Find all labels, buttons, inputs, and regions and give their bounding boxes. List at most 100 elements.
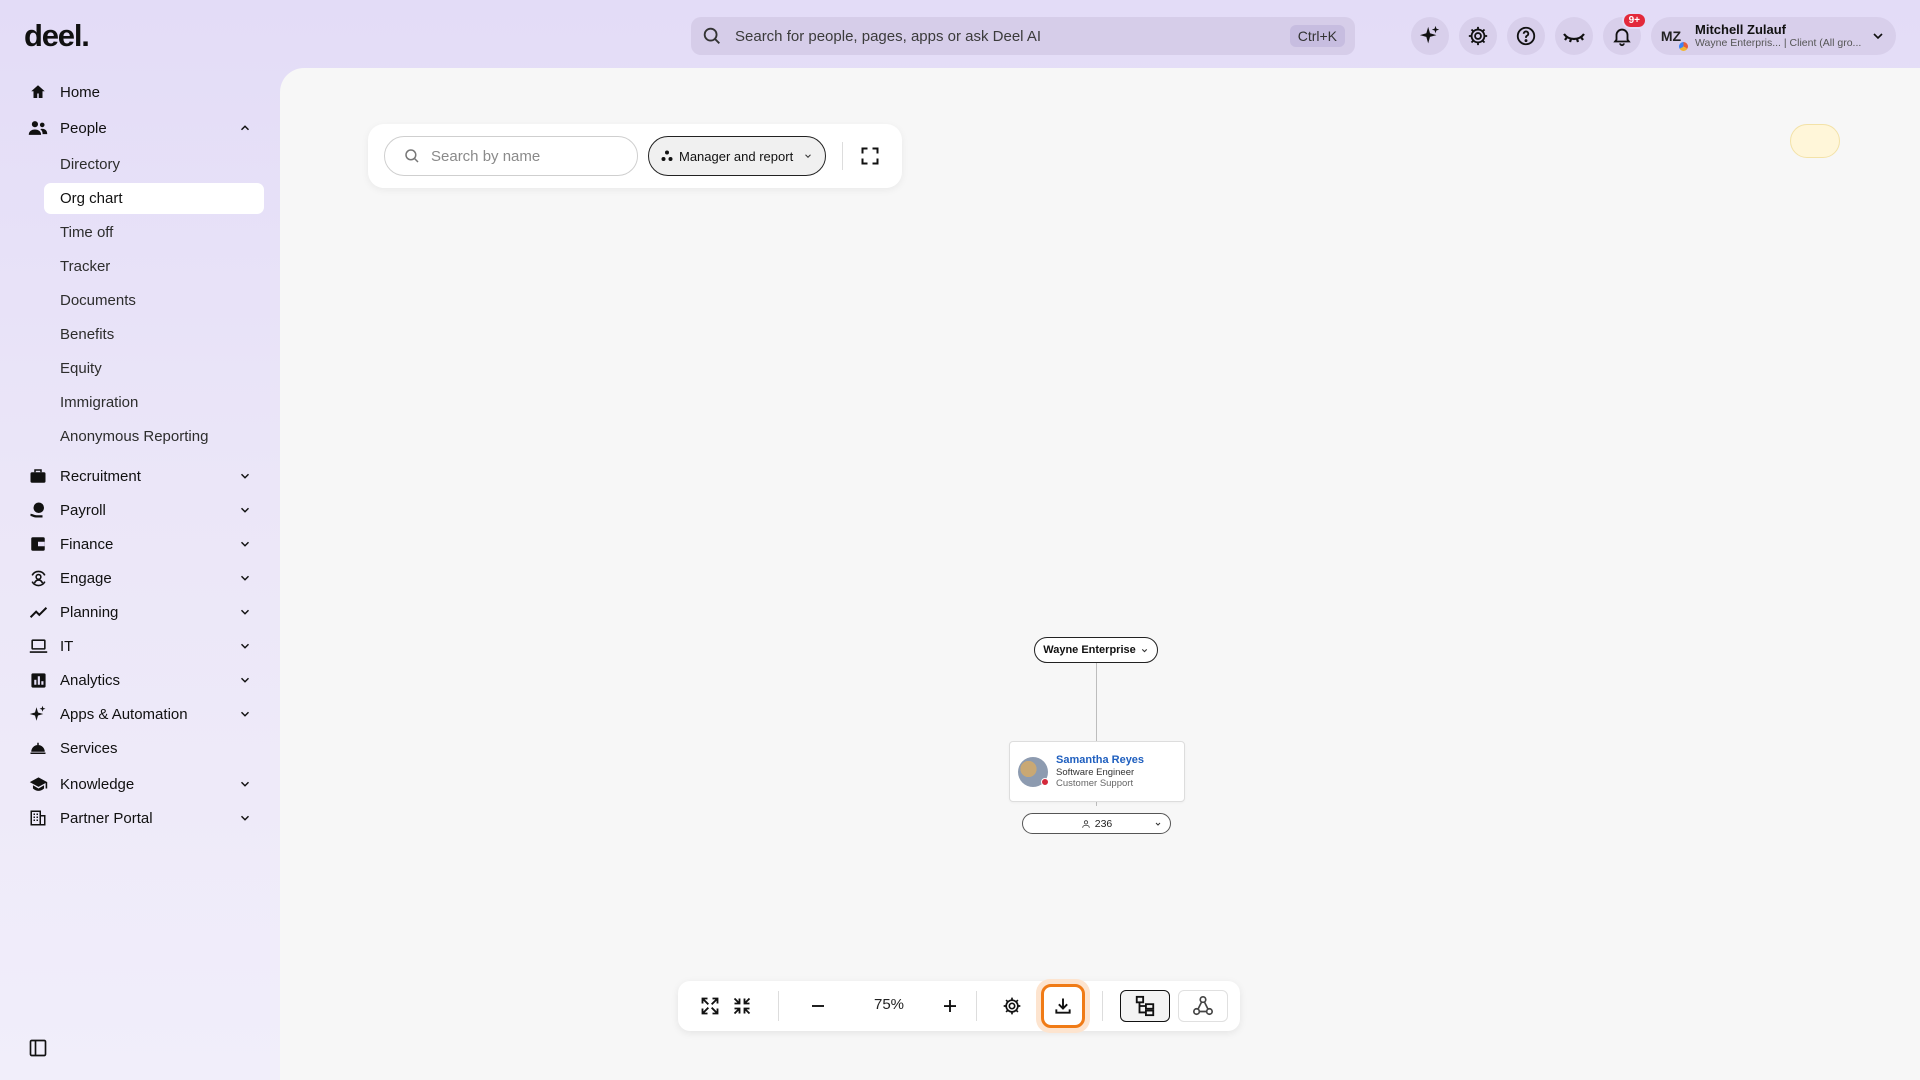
sidebar-panel-icon — [28, 1038, 48, 1058]
employee-title: Software Engineer — [1056, 766, 1135, 778]
sidebar-item-label: IT — [60, 637, 74, 655]
country-flag-icon — [1041, 777, 1049, 786]
company-badge-icon — [1679, 42, 1688, 51]
fullscreen-icon — [860, 146, 880, 166]
chevron-down-icon — [240, 643, 250, 649]
tree-layout-button[interactable] — [1120, 990, 1170, 1022]
sidebar-item-apps-automation[interactable]: Apps & Automation — [28, 699, 268, 729]
user-name: Mitchell Zulauf — [1695, 21, 1786, 37]
graduation-cap-icon — [28, 774, 48, 794]
org-root-label: Wayne Enterprise — [1043, 644, 1136, 656]
employee-department: Customer Support — [1056, 778, 1134, 790]
chevron-down-icon — [240, 609, 250, 615]
sidebar-item-label: People — [60, 119, 107, 137]
hierarchy-icon — [661, 150, 673, 162]
controls-divider — [778, 991, 779, 1021]
chevron-down-icon — [240, 541, 250, 547]
download-focus-ring — [1036, 979, 1090, 1033]
sidebar-item-services[interactable]: Services — [28, 733, 268, 763]
sidebar-collapse-button[interactable] — [28, 1038, 48, 1058]
sidebar-subitem-tracker[interactable]: Tracker — [44, 251, 264, 282]
reports-count: 236 — [1094, 817, 1113, 830]
deel-logo[interactable]: deel. — [24, 18, 90, 54]
view-mode-select[interactable]: Manager and report — [648, 136, 826, 176]
sidebar-item-label: Engage — [60, 569, 112, 587]
gear-icon — [1467, 25, 1489, 47]
sidebar-subitem-directory[interactable]: Directory — [44, 149, 264, 180]
privacy-toggle-button[interactable] — [1555, 17, 1593, 55]
payroll-icon — [28, 500, 48, 520]
name-search-input[interactable]: Search by name — [384, 136, 638, 176]
user-subtitle: Wayne Enterpris... | Client (All gro... — [1695, 37, 1862, 50]
avatar-initials: MZ — [1660, 28, 1682, 44]
expand-all-button[interactable] — [698, 994, 722, 1018]
employee-name[interactable]: Samantha Reyes — [1056, 754, 1144, 767]
sidebar-subitem-benefits[interactable]: Benefits — [44, 319, 264, 350]
user-menu[interactable]: MZ Mitchell Zulauf Wayne Enterpris... | … — [1651, 17, 1896, 55]
sidebar-item-it[interactable]: IT — [28, 631, 268, 661]
search-icon — [403, 147, 421, 165]
avatar — [1018, 756, 1049, 787]
toolbar-divider — [842, 142, 843, 170]
sidebar-item-people[interactable]: People — [28, 113, 268, 143]
search-shortcut-hint: Ctrl+K — [1289, 25, 1345, 47]
sidebar-item-label: Payroll — [60, 501, 106, 519]
zoom-in-button[interactable] — [938, 994, 962, 1018]
org-root-node[interactable]: Wayne Enterprise — [1034, 637, 1158, 663]
eye-closed-icon — [1562, 24, 1586, 48]
sidebar-item-analytics[interactable]: Analytics — [28, 665, 268, 695]
fullscreen-button[interactable] — [860, 146, 880, 166]
collapse-icon — [732, 996, 752, 1016]
direct-reports-toggle[interactable]: 236 — [1022, 813, 1171, 834]
sidebar-item-home[interactable]: Home — [28, 77, 268, 107]
employee-card[interactable]: Samantha Reyes Software Engineer Custome… — [1009, 741, 1185, 802]
sidebar-subitem-anonymous-reporting[interactable]: Anonymous Reporting — [44, 421, 264, 452]
notifications-badge: 9+ — [1621, 12, 1647, 29]
chart-settings-button[interactable] — [1000, 994, 1024, 1018]
chart-controls: 75% — [678, 979, 1240, 1033]
deel-ai-button[interactable] — [1411, 17, 1449, 55]
sidebar-subitem-documents[interactable]: Documents — [44, 285, 264, 316]
sidebar-item-label: Planning — [60, 603, 119, 621]
sidebar-subitem-org-chart[interactable]: Org chart — [44, 183, 264, 214]
search-icon — [701, 25, 723, 47]
chevron-down-icon — [240, 473, 250, 479]
services-icon — [28, 738, 48, 758]
chevron-down-icon — [1141, 648, 1147, 652]
engage-icon — [28, 568, 48, 588]
avatar: MZ — [1655, 20, 1688, 52]
sidebar-item-partner-portal[interactable]: Partner Portal — [28, 803, 268, 833]
status-indicator[interactable] — [1790, 124, 1840, 158]
download-icon — [1053, 996, 1073, 1016]
settings-button[interactable] — [1459, 17, 1497, 55]
zoom-level: 75% — [873, 996, 905, 1013]
collapse-all-button[interactable] — [730, 994, 754, 1018]
chevron-down-icon — [240, 711, 250, 717]
home-icon — [28, 82, 48, 102]
sidebar-subitem-equity[interactable]: Equity — [44, 353, 264, 384]
sidebar-item-label: Home — [60, 83, 101, 101]
sidebar-item-recruitment[interactable]: Recruitment — [28, 461, 268, 491]
global-search-placeholder: Search for people, pages, apps or ask De… — [735, 27, 1042, 45]
sidebar-subitem-time-off[interactable]: Time off — [44, 217, 264, 248]
network-layout-icon — [1192, 995, 1214, 1017]
zoom-out-button[interactable] — [806, 994, 830, 1018]
sidebar-item-payroll[interactable]: Payroll — [28, 495, 268, 525]
controls-divider — [976, 991, 977, 1021]
sidebar-item-finance[interactable]: Finance — [28, 529, 268, 559]
sidebar-item-planning[interactable]: Planning — [28, 597, 268, 627]
minus-icon — [809, 997, 827, 1015]
chevron-down-icon — [240, 815, 250, 821]
gear-icon — [1002, 996, 1022, 1016]
help-button[interactable] — [1507, 17, 1545, 55]
download-button[interactable] — [1041, 984, 1085, 1028]
main-content: Search by name Manager and report Wayne … — [280, 68, 1920, 1080]
sidebar-subitem-immigration[interactable]: Immigration — [44, 387, 264, 418]
sidebar-item-engage[interactable]: Engage — [28, 563, 268, 593]
notifications-button[interactable]: 9+ — [1603, 12, 1647, 55]
sidebar-item-knowledge[interactable]: Knowledge — [28, 769, 268, 799]
person-icon — [1081, 819, 1090, 828]
network-layout-button[interactable] — [1178, 990, 1228, 1022]
sidebar-item-label: Recruitment — [60, 467, 141, 485]
global-search-bar[interactable]: Search for people, pages, apps or ask De… — [691, 17, 1355, 55]
